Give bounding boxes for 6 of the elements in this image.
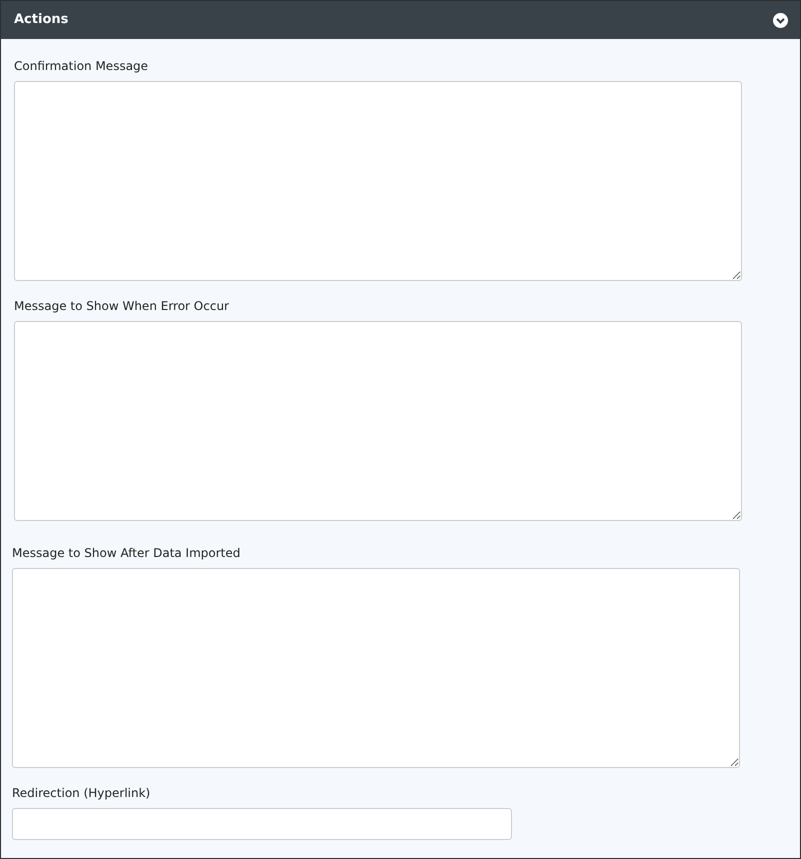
field-label: Message to Show After Data Imported (12, 546, 242, 561)
field-label: Confirmation Message (14, 59, 150, 74)
field-label: Message to Show When Error Occur (14, 299, 230, 314)
panel-header[interactable]: Actions (1, 1, 800, 39)
field-label: Redirection (Hyperlink) (12, 786, 152, 801)
panel-title: Actions (14, 11, 68, 30)
